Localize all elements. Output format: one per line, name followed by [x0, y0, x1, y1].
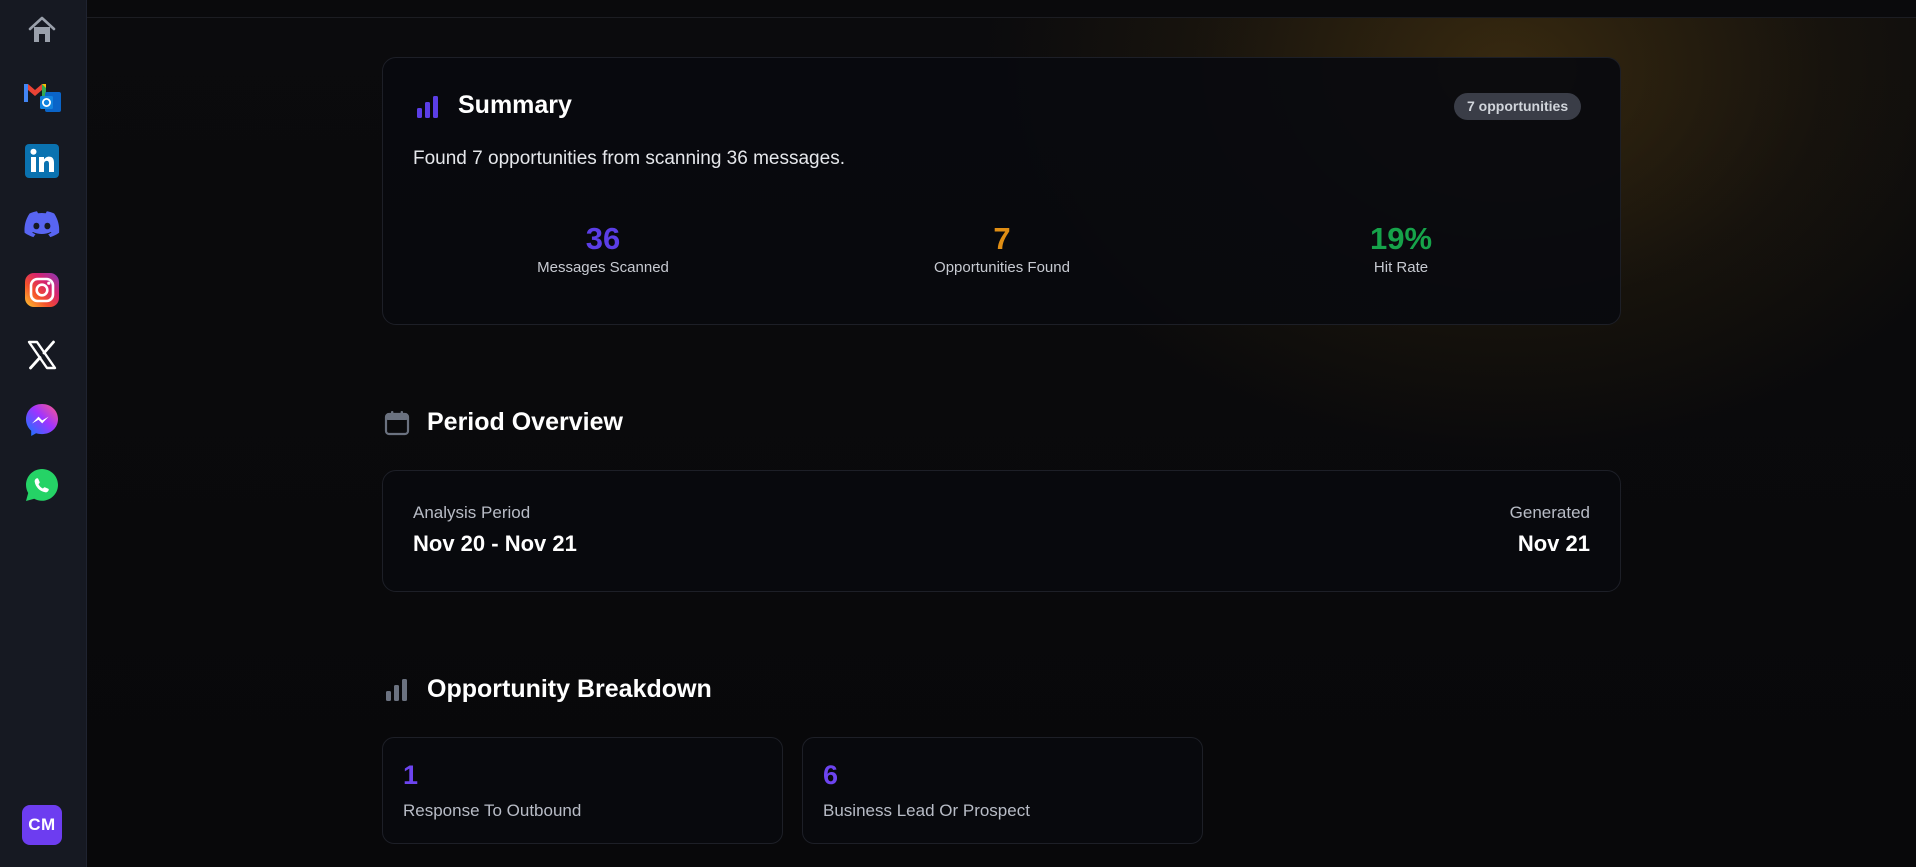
- top-bar: [87, 0, 1916, 18]
- summary-description: Found 7 opportunities from scanning 36 m…: [413, 148, 845, 169]
- breakdown-card-business-lead[interactable]: 6 Business Lead Or Prospect: [802, 737, 1203, 844]
- breakdown-chart-icon: [384, 677, 410, 703]
- stat-label: Hit Rate: [1373, 259, 1429, 276]
- opportunities-badge: 7 opportunities: [1454, 93, 1582, 120]
- period-overview-card: Analysis Period Nov 20 - Nov 21 Generate…: [382, 470, 1621, 592]
- stat-label: Messages Scanned: [537, 259, 669, 276]
- calendar-icon: [384, 410, 410, 436]
- opportunity-breakdown-title: Opportunity Breakdown: [427, 675, 712, 703]
- stat-opportunities-found: 7 Opportunities Found: [852, 221, 1152, 276]
- app-window: CM Summary 7 opportunities Found 7 oppor…: [0, 0, 1916, 867]
- messenger-icon[interactable]: [21, 399, 63, 441]
- gmail-outlook-icon[interactable]: [21, 75, 63, 117]
- stat-value: 7: [993, 221, 1011, 256]
- breakdown-count: 1: [403, 760, 419, 790]
- instagram-icon[interactable]: [21, 269, 63, 311]
- generated-value: Nov 21: [1517, 531, 1590, 556]
- breakdown-label: Response To Outbound: [403, 801, 582, 820]
- x-icon[interactable]: [21, 334, 63, 376]
- avatar[interactable]: CM: [22, 805, 62, 845]
- linkedin-icon[interactable]: [21, 140, 63, 182]
- stat-value: 19%: [1369, 221, 1433, 256]
- breakdown-card-response-to-outbound[interactable]: 1 Response To Outbound: [382, 737, 783, 844]
- sidebar: CM: [0, 0, 87, 867]
- analysis-period-value: Nov 20 - Nov 21: [413, 531, 577, 556]
- stat-messages-scanned: 36 Messages Scanned: [453, 221, 753, 276]
- summary-title: Summary: [458, 91, 572, 119]
- whatsapp-icon[interactable]: [21, 464, 63, 506]
- generated-label: Generated: [1509, 503, 1590, 522]
- period-overview-title: Period Overview: [427, 408, 623, 436]
- stat-hit-rate: 19% Hit Rate: [1251, 221, 1551, 276]
- stat-label: Opportunities Found: [934, 259, 1070, 276]
- summary-chart-icon: [415, 94, 441, 120]
- discord-icon[interactable]: [21, 203, 63, 245]
- analysis-period-label: Analysis Period: [413, 503, 531, 522]
- breakdown-count: 6: [823, 760, 839, 790]
- stat-value: 36: [585, 221, 621, 256]
- breakdown-label: Business Lead Or Prospect: [823, 801, 1030, 820]
- home-icon[interactable]: [21, 9, 63, 51]
